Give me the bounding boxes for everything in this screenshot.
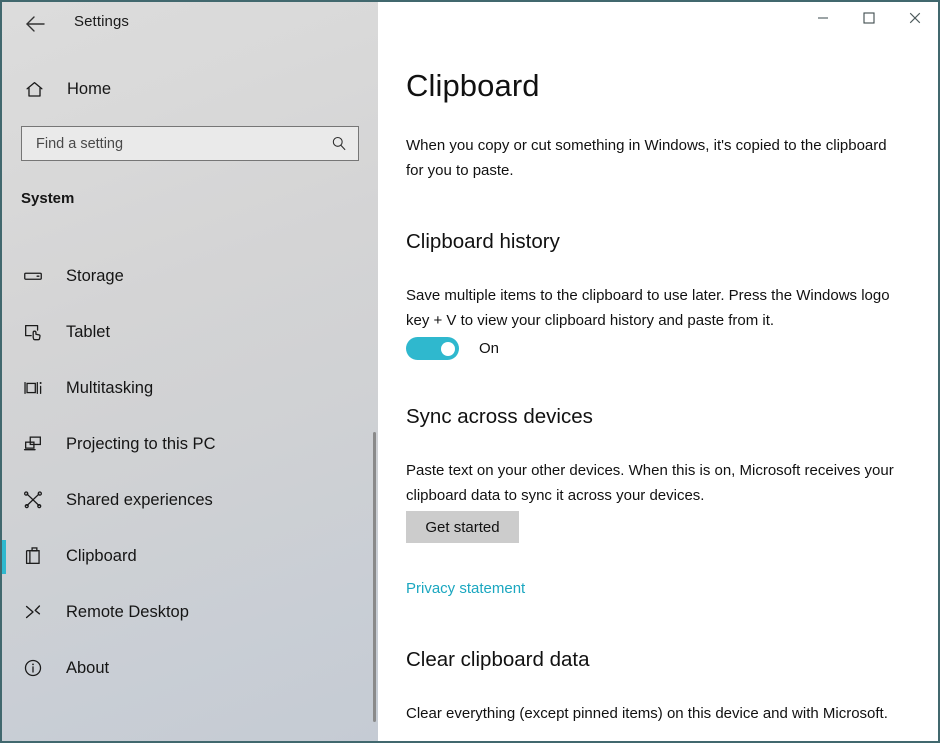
section-description-sync-across-devices: Paste text on your other devices. When t… [406, 462, 894, 504]
sidebar-nav-list: Storage Tablet Multitasking Projecting t… [2, 248, 378, 696]
settings-window: Settings Home Find a setting System Stor… [0, 0, 940, 743]
toggle-knob [441, 341, 455, 356]
sidebar-item-storage[interactable]: Storage [2, 248, 378, 304]
sidebar-item-label: About [66, 658, 110, 677]
page-intro-text: When you copy or cut something in Window… [406, 137, 887, 179]
sidebar-item-label: Clipboard [66, 546, 137, 565]
sidebar-item-shared-experiences[interactable]: Shared experiences [2, 472, 378, 528]
clipboard-icon [21, 544, 45, 568]
sidebar-scrollbar[interactable] [373, 432, 376, 722]
window-controls [800, 2, 938, 34]
sidebar-item-about[interactable]: About [2, 640, 378, 696]
maximize-button[interactable] [846, 2, 892, 34]
section-title-sync-across-devices: Sync across devices [406, 405, 593, 428]
sidebar-item-multitasking[interactable]: Multitasking [2, 360, 378, 416]
content-pane: Clipboard When you copy or cut something… [378, 2, 938, 741]
projecting-icon [21, 432, 45, 456]
back-button[interactable] [12, 6, 58, 42]
get-started-button[interactable]: Get started [406, 511, 519, 543]
app-title: Settings [74, 13, 129, 30]
shared-experiences-icon [21, 488, 45, 512]
section-description-clear-clipboard-data: Clear everything (except pinned items) o… [406, 705, 888, 722]
sidebar-section-label: System [21, 190, 75, 207]
remote-desktop-icon [21, 600, 45, 624]
sidebar-item-projecting-to-this-pc[interactable]: Projecting to this PC [2, 416, 378, 472]
search-icon [329, 134, 349, 154]
home-icon [23, 78, 45, 100]
section-description-clipboard-history: Save multiple items to the clipboard to … [406, 287, 890, 329]
back-arrow-icon [26, 16, 45, 32]
sidebar-item-label: Tablet [66, 322, 111, 341]
title-bar-left: Settings [2, 2, 378, 46]
sidebar-item-label: Remote Desktop [66, 602, 189, 621]
search-input[interactable]: Find a setting [21, 126, 359, 161]
sidebar-item-home[interactable]: Home [2, 70, 378, 108]
sidebar-item-label: Storage [66, 266, 124, 285]
storage-icon [21, 264, 45, 288]
sidebar-item-tablet[interactable]: Tablet [2, 304, 378, 360]
selection-accent-bar [2, 540, 6, 574]
sidebar-item-clipboard[interactable]: Clipboard [2, 528, 378, 584]
sidebar-item-label: Shared experiences [66, 490, 213, 509]
sidebar-item-remote-desktop[interactable]: Remote Desktop [2, 584, 378, 640]
navigation-pane: Settings Home Find a setting System Stor… [2, 2, 378, 741]
clipboard-history-toggle-row: On [406, 337, 499, 360]
maximize-icon [863, 12, 875, 24]
multitasking-icon [21, 376, 45, 400]
clipboard-history-toggle-label: On [479, 340, 500, 357]
minimize-button[interactable] [800, 2, 846, 34]
clipboard-history-toggle[interactable] [406, 337, 459, 360]
search-placeholder: Find a setting [36, 135, 124, 152]
info-icon [21, 656, 45, 680]
sidebar-item-label: Multitasking [66, 378, 154, 397]
section-title-clipboard-history: Clipboard history [406, 230, 560, 253]
page-title: Clipboard [406, 68, 540, 103]
sidebar-item-label: Projecting to this PC [66, 434, 216, 453]
privacy-statement-link[interactable]: Privacy statement [406, 580, 525, 597]
close-icon [909, 12, 921, 24]
sidebar-item-home-label: Home [67, 79, 112, 98]
tablet-icon [21, 320, 45, 344]
close-button[interactable] [892, 2, 938, 34]
minimize-icon [818, 17, 828, 19]
section-title-clear-clipboard-data: Clear clipboard data [406, 648, 590, 671]
